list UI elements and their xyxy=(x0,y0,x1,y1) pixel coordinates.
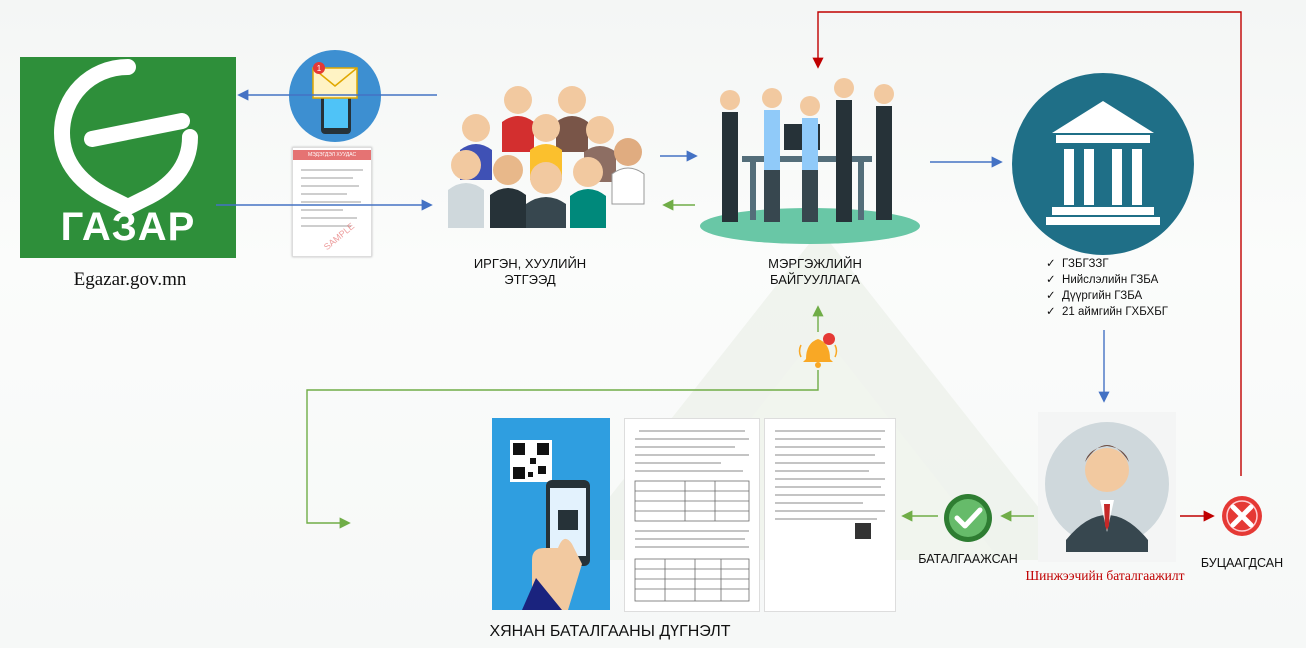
building-shape xyxy=(1046,101,1160,225)
phone-mail-icon: 1 xyxy=(312,62,358,134)
expert-label: Шинжээчийн баталгаажилт xyxy=(1025,568,1185,583)
svg-text:1: 1 xyxy=(317,64,322,73)
agency-item: ✓ ГЗБГЗЗГ xyxy=(1046,258,1109,270)
agency-item: ✓ Нийслэлийн ГЗБА xyxy=(1046,274,1159,286)
document-lines: SAMPLE xyxy=(301,169,363,252)
bell-icon xyxy=(797,331,839,371)
notice-document: МЭДЭГДЭЛ ХУУДАС SAMPLE xyxy=(292,147,372,257)
bell-shape xyxy=(798,333,838,368)
agency-label: ГЗБГЗЗГ xyxy=(1062,258,1109,270)
rejected-x-icon xyxy=(1218,492,1266,540)
check-icon xyxy=(944,494,992,542)
citizens-label: ИРГЭН, ХУУЛИЙН ЭТГЭЭД xyxy=(473,256,587,288)
rejected-label: БУЦААГДСАН xyxy=(1200,556,1284,570)
agency-item: ✓ Дүүргийн ГЗБА xyxy=(1046,290,1143,302)
agency-label: 21 аймгийн ГХБХБГ xyxy=(1062,306,1168,318)
logo-text: ГАЗАР xyxy=(60,205,196,249)
diagram-canvas: ГАЗАР Egazar.gov.mn 1 МЭДЭГДЭЛ ХУУДАС SA… xyxy=(0,0,1306,648)
verified-label: БАТАЛГААЖСАН xyxy=(918,552,1018,566)
government-building-icon xyxy=(1012,73,1194,255)
expert-avatar xyxy=(1038,412,1176,562)
page-lines xyxy=(634,430,750,602)
assessment-document-page2 xyxy=(764,418,896,612)
agency-item: ✓ 21 аймгийн ГХБХБГ xyxy=(1046,306,1168,318)
egazar-logo[interactable]: ГАЗАР xyxy=(20,57,236,258)
expert-person-icon xyxy=(1045,422,1169,552)
agency-label: Дүүргийн ГЗБА xyxy=(1062,290,1143,302)
site-label[interactable]: Egazar.gov.mn xyxy=(30,268,230,292)
agency-label: Нийслэлийн ГЗБА xyxy=(1062,274,1159,286)
professional-label: МЭРГЭЖЛИЙН БАЙГУУЛЛАГА xyxy=(768,256,862,288)
page-lines xyxy=(775,430,885,539)
bottom-title: ХЯНАН БАТАЛГААНЫ ДҮГНЭЛТ xyxy=(489,623,731,640)
notification-icon: 1 xyxy=(289,50,381,142)
qr-scan-icon xyxy=(510,440,590,610)
agency-list: ✓ ГЗБГЗЗГ ✓ Нийслэлийн ГЗБА ✓ Дүүргийн Г… xyxy=(1046,256,1246,320)
x-icon xyxy=(1222,496,1262,536)
verified-check-icon xyxy=(940,490,996,546)
qr-phone-image xyxy=(492,418,610,610)
assessment-document-page1 xyxy=(624,418,760,612)
